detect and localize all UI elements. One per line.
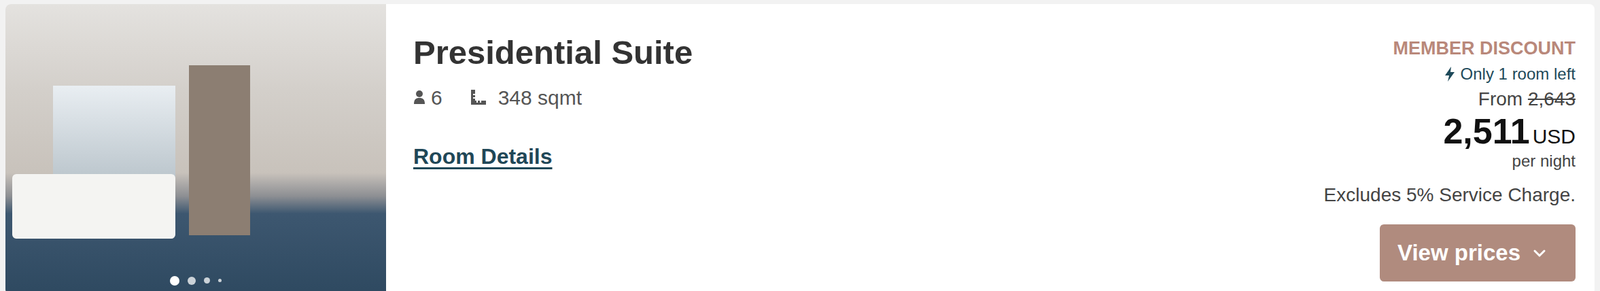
- room-details-link[interactable]: Room Details: [413, 140, 552, 173]
- person-icon: [413, 89, 426, 105]
- ruler-icon: [469, 88, 488, 107]
- from-label: From: [1478, 88, 1523, 110]
- price: 2,511: [1442, 112, 1530, 151]
- carousel-dots: [5, 275, 387, 286]
- room-card: Presidential Suite 6 348 sqmt Room Detai…: [5, 4, 1595, 291]
- guest-count: 6: [430, 82, 443, 113]
- service-charge-note: Excludes 5% Service Charge.: [1324, 182, 1576, 208]
- room-info: Presidential Suite 6 348 sqmt Room Detai…: [386, 4, 1311, 291]
- availability-text: Only 1 room left: [1460, 63, 1576, 85]
- chevron-down-icon: [1532, 248, 1547, 258]
- guests: 6: [413, 82, 443, 113]
- original-price: 2,643: [1527, 88, 1576, 110]
- room-photo[interactable]: [5, 4, 387, 291]
- carousel-dot[interactable]: [203, 277, 211, 284]
- room-size: 348 sqmt: [469, 82, 582, 113]
- from-price: From 2,643: [1478, 87, 1576, 112]
- pricing: MEMBER DISCOUNT Only 1 room left From 2,…: [1310, 4, 1595, 291]
- carousel-dot[interactable]: [169, 275, 180, 286]
- availability: Only 1 room left: [1444, 63, 1576, 85]
- view-prices-label: View prices: [1397, 235, 1521, 270]
- lightning-icon: [1444, 65, 1456, 83]
- currency: USD: [1532, 120, 1576, 152]
- per-night: per night: [1512, 151, 1576, 172]
- room-meta: 6 348 sqmt: [413, 82, 1311, 113]
- carousel-dot[interactable]: [218, 278, 222, 283]
- carousel-dot[interactable]: [187, 276, 196, 285]
- current-price: 2,511 USD: [1442, 112, 1576, 152]
- member-discount-label: MEMBER DISCOUNT: [1393, 36, 1577, 61]
- view-prices-button[interactable]: View prices: [1379, 224, 1576, 282]
- size-text: 348 sqmt: [498, 82, 582, 113]
- room-title: Presidential Suite: [413, 32, 1311, 73]
